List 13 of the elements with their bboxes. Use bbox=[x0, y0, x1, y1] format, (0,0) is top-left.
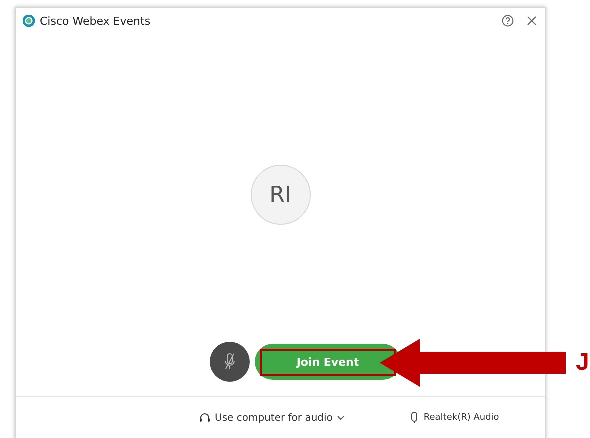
help-icon[interactable] bbox=[502, 15, 514, 27]
headset-icon bbox=[199, 412, 211, 424]
avatar: RI bbox=[250, 165, 310, 225]
audio-dropdown[interactable]: Use computer for audio bbox=[199, 412, 345, 424]
logo-icon bbox=[23, 15, 35, 27]
close-icon[interactable] bbox=[527, 16, 537, 26]
annotation-letter: J bbox=[576, 349, 590, 377]
muted-microphone-icon bbox=[223, 353, 237, 371]
chevron-down-icon bbox=[336, 415, 345, 421]
window-title: Cisco Webex Events bbox=[40, 14, 152, 28]
microphone-icon bbox=[410, 412, 418, 424]
microphone-label: Realtek(R) Audio bbox=[424, 413, 500, 423]
mute-button[interactable] bbox=[210, 342, 250, 382]
